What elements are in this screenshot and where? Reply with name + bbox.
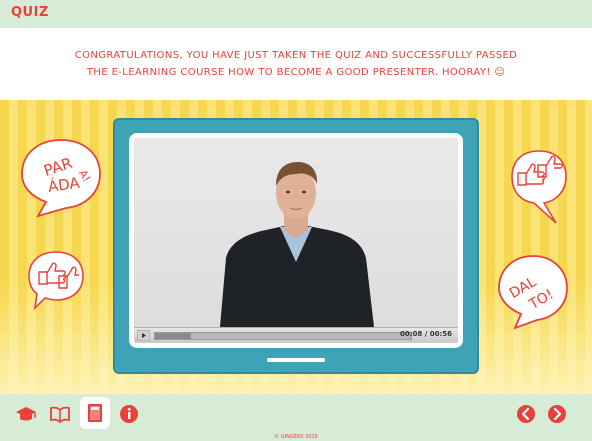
document-icon[interactable]: [84, 402, 106, 424]
play-icon[interactable]: [137, 330, 150, 341]
page-title: QUIZ: [11, 5, 49, 20]
speech-bubble-thumbs-right: [511, 150, 567, 224]
presenter-video-frame: [220, 162, 374, 327]
monitor-screen: 00:08 / 00:56: [129, 133, 463, 348]
graduation-cap-icon[interactable]: [15, 403, 37, 425]
congratulations-message: CONGRATULATIONS, YOU HAVE JUST TAKEN THE…: [0, 28, 592, 100]
message-line-1: CONGRATULATIONS, YOU HAVE JUST TAKEN THE…: [74, 50, 518, 61]
speech-bubble-parada: PAR ÁDA A!: [21, 139, 101, 218]
arrow-left-icon[interactable]: [515, 403, 537, 425]
top-bar: QUIZ: [0, 0, 592, 28]
speech-bubble-dalto: DAL TO!: [498, 255, 568, 330]
video-duration: 00:56: [429, 330, 452, 338]
video-current-time: 00:08: [399, 330, 423, 338]
book-icon[interactable]: [49, 403, 71, 425]
monitor-stand: [267, 358, 325, 362]
video-progress-bar[interactable]: [154, 332, 412, 340]
message-line-2: THE E-LEARNING COURSE HOW TO BECOME A GO…: [86, 67, 506, 78]
video-time: 00:08 / 00:56: [400, 330, 452, 338]
video-player[interactable]: 00:08 / 00:56: [134, 138, 458, 343]
info-icon[interactable]: [118, 403, 140, 425]
video-progress-fill: [155, 333, 191, 339]
video-time-separator: /: [422, 330, 430, 338]
footer-copyright: © GINGERS 2015: [274, 434, 318, 440]
speech-bubble-thumbs-left: [28, 251, 84, 311]
video-controls: 00:08 / 00:56: [134, 327, 458, 343]
video-monitor: 00:08 / 00:56: [113, 118, 479, 374]
arrow-right-icon[interactable]: [546, 403, 568, 425]
